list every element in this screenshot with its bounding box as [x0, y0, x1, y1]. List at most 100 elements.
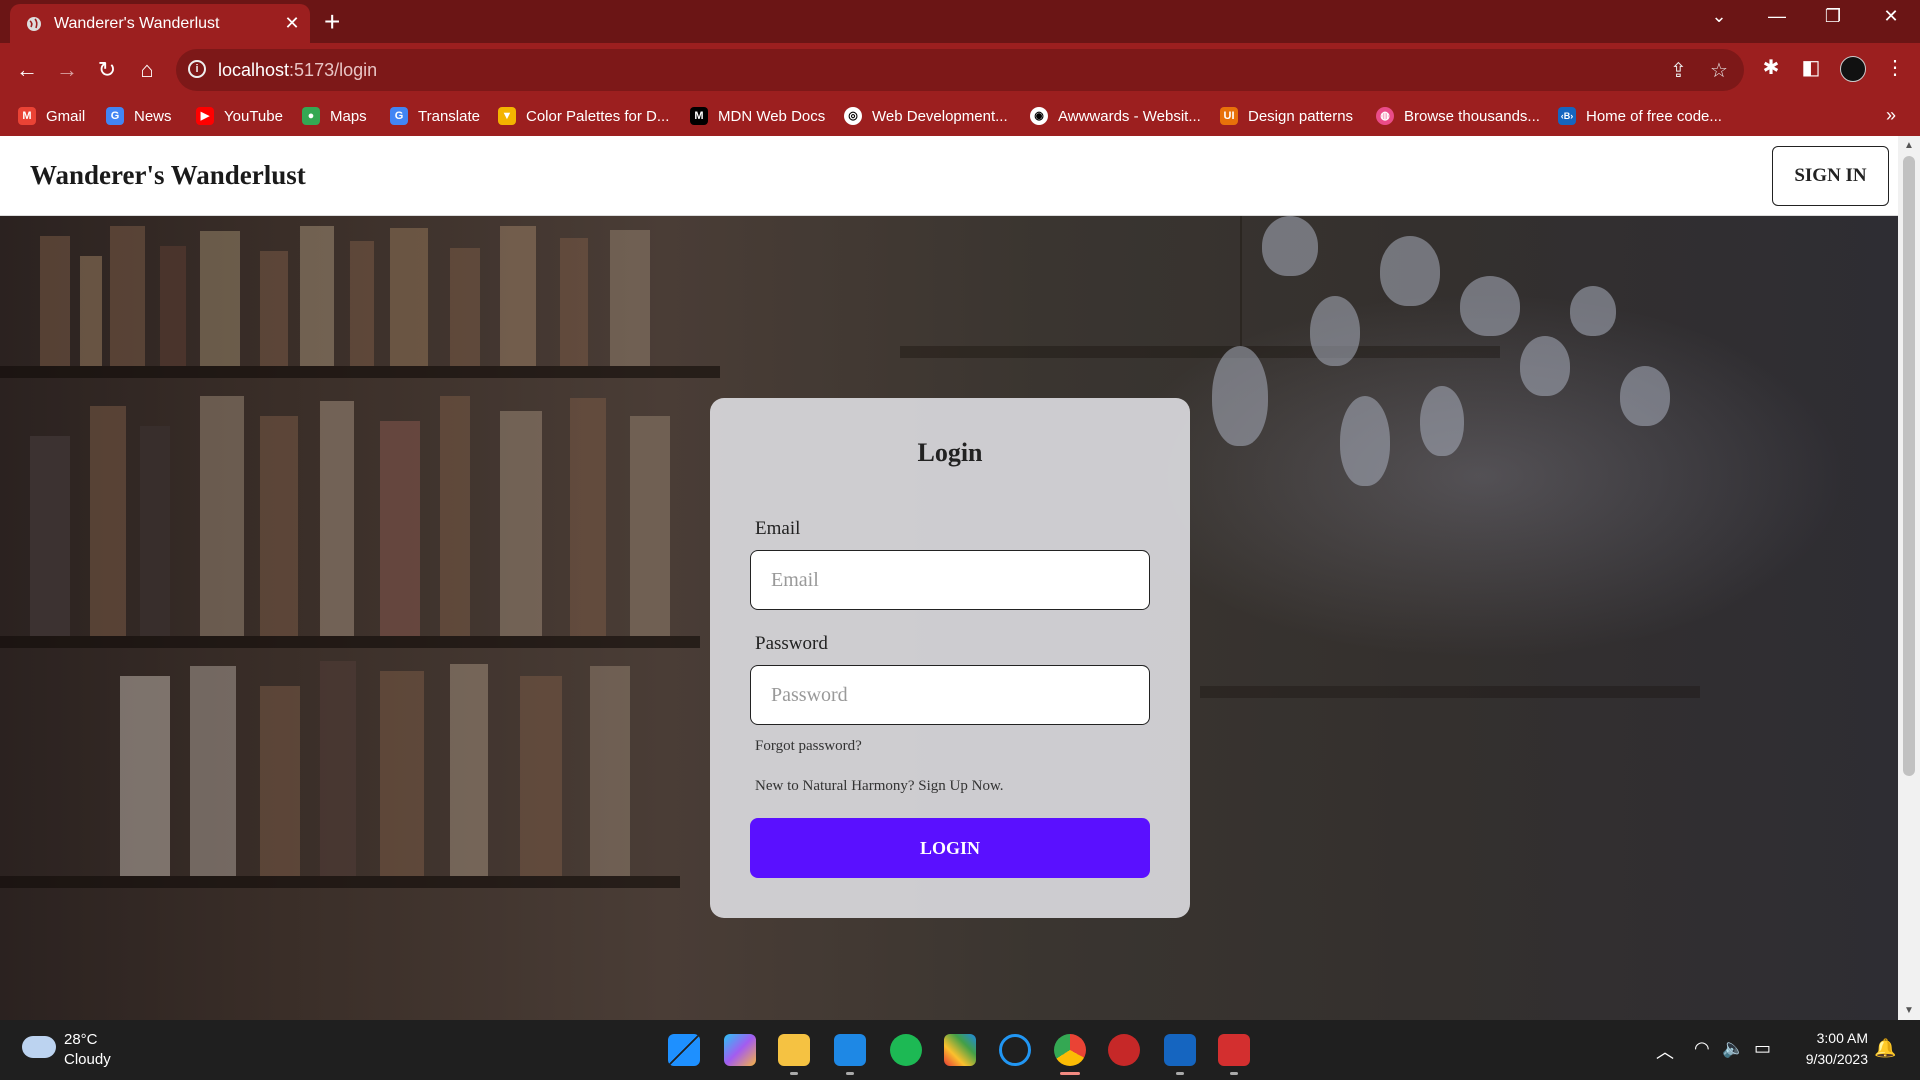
site-header: Wanderer's Wanderlust SIGN IN	[0, 136, 1898, 216]
forward-icon[interactable]: →	[52, 55, 82, 85]
copilot-icon[interactable]	[724, 1034, 756, 1066]
login-title: Login	[917, 438, 983, 467]
close-tab-icon[interactable]: ✕	[282, 13, 302, 34]
windows-start-icon[interactable]	[668, 1034, 700, 1066]
running-indicator	[1230, 1072, 1238, 1075]
login-button[interactable]: LOGIN	[750, 818, 1150, 878]
light-bulb	[1460, 276, 1520, 336]
mdn-icon: M	[690, 107, 708, 125]
maps-icon: ●	[302, 107, 320, 125]
bookmark-gmail[interactable]: M Gmail	[18, 107, 85, 125]
email-field[interactable]	[750, 550, 1150, 610]
bookmark-design-patterns[interactable]: UI Design patterns	[1220, 107, 1353, 125]
bookmark-label: Translate	[418, 107, 480, 125]
vscode-icon[interactable]	[834, 1034, 866, 1066]
running-indicator	[790, 1072, 798, 1075]
bookmarks-bar: M Gmail G News ▶ YouTube ● Maps G Translate ▼…	[0, 99, 1920, 136]
gmail-icon: M	[18, 107, 36, 125]
scroll-down-icon[interactable]: ▼	[1904, 1005, 1914, 1016]
battery-icon[interactable]: ▭	[1754, 1038, 1771, 1059]
bookmark-free-code[interactable]: ‹B› Home of free code...	[1558, 107, 1722, 125]
password-field[interactable]	[750, 665, 1150, 725]
weather-temperature[interactable]: 28°C	[64, 1031, 98, 1048]
home-icon[interactable]: ⌂	[132, 55, 162, 85]
more-bookmarks-icon[interactable]: »	[1886, 105, 1896, 126]
bookmark-label: Design patterns	[1248, 107, 1354, 125]
bookmark-label: Color Palettes for D...	[526, 107, 670, 125]
bookmark-label: Awwwards - Websit...	[1058, 107, 1201, 125]
address-bar[interactable]: i localhost:5173/login ⇪ ☆	[176, 49, 1744, 91]
bookmark-dribbble[interactable]: ◍ Browse thousands...	[1376, 107, 1540, 125]
email-label: Email	[755, 518, 801, 539]
new-tab-icon[interactable]: +	[324, 6, 340, 38]
side-panel-icon[interactable]: ◧	[1796, 55, 1826, 80]
restore-icon[interactable]: ❐	[1818, 6, 1848, 27]
menu-icon[interactable]: ⋮	[1880, 55, 1910, 80]
light-bulb	[1212, 346, 1268, 446]
scroll-thumb[interactable]	[1903, 156, 1915, 776]
code-icon: ‹B›	[1558, 107, 1576, 125]
globe-icon	[27, 17, 41, 31]
bookmark-color-palettes[interactable]: ▼ Color Palettes for D...	[498, 107, 669, 125]
bookmark-mdn[interactable]: M MDN Web Docs	[690, 107, 825, 125]
browser-toolbar: ← → ↻ ⌂ i localhost:5173/login ⇪ ☆ ✱ ◧ ⋮	[0, 43, 1920, 99]
bookmark-youtube[interactable]: ▶ YouTube	[196, 107, 283, 125]
reload-icon[interactable]: ↻	[92, 55, 122, 85]
youtube-icon: ▶	[196, 107, 214, 125]
url-path: :5173/login	[289, 60, 378, 80]
git-client-icon[interactable]	[944, 1034, 976, 1066]
shelf	[900, 346, 1500, 358]
ui-icon: UI	[1220, 107, 1238, 125]
word-icon[interactable]	[1164, 1034, 1196, 1066]
bookmark-maps[interactable]: ● Maps	[302, 107, 367, 125]
wifi-icon[interactable]: ◠	[1694, 1038, 1710, 1059]
tab-search-icon[interactable]: ⌄	[1704, 6, 1734, 27]
bookmark-label: Web Development...	[872, 107, 1008, 125]
weather-condition[interactable]: Cloudy	[64, 1051, 111, 1068]
antivirus-icon[interactable]	[1108, 1034, 1140, 1066]
light-bulb	[1380, 236, 1440, 306]
page-scrollbar[interactable]: ▲ ▼	[1898, 136, 1920, 1020]
book-row	[30, 386, 710, 636]
url-text[interactable]: localhost:5173/login	[218, 60, 377, 81]
clock-time[interactable]: 3:00 AM	[1796, 1030, 1868, 1046]
profile-avatar[interactable]	[1840, 56, 1866, 82]
page-viewport: Wanderer's Wanderlust SIGN IN ▲ ▼ Login …	[0, 136, 1920, 1020]
ccleaner-icon[interactable]	[999, 1034, 1031, 1066]
browser-tab-strip: Wanderer's Wanderlust ✕ + ⌄ — ❐ ✕	[0, 0, 1920, 43]
light-bulb	[1420, 386, 1464, 456]
site-brand[interactable]: Wanderer's Wanderlust	[30, 160, 306, 191]
cloud-icon[interactable]	[22, 1036, 56, 1058]
bookmark-translate[interactable]: G Translate	[390, 107, 480, 125]
bookmark-label: MDN Web Docs	[718, 107, 826, 125]
bookmark-awwwards[interactable]: ◉ Awwwards - Websit...	[1030, 107, 1201, 125]
browser-tab[interactable]: Wanderer's Wanderlust ✕	[10, 4, 310, 43]
file-explorer-icon[interactable]	[778, 1034, 810, 1066]
shelf	[0, 876, 680, 888]
volume-icon[interactable]: 🔈	[1722, 1038, 1744, 1059]
back-icon[interactable]: ←	[12, 55, 42, 85]
bookmark-star-icon[interactable]: ☆	[1710, 58, 1728, 83]
tab-title: Wanderer's Wanderlust	[54, 15, 220, 32]
share-icon[interactable]: ⇪	[1670, 58, 1687, 83]
taskbar: 28°C Cloudy ︿ ◠ 🔈 ▭ 3:00 AM 9/30/2023 🔔	[0, 1020, 1920, 1080]
book-row	[40, 216, 700, 366]
site-info-icon[interactable]: i	[188, 60, 206, 78]
sign-in-button[interactable]: SIGN IN	[1772, 146, 1889, 206]
forgot-password-link[interactable]: Forgot password?	[755, 738, 862, 755]
notification-bell-icon[interactable]: 🔔	[1874, 1038, 1896, 1059]
scroll-up-icon[interactable]: ▲	[1904, 140, 1914, 151]
tray-overflow-icon[interactable]: ︿	[1656, 1038, 1674, 1064]
bookmark-news[interactable]: G News	[106, 107, 172, 125]
acrobat-icon[interactable]	[1218, 1034, 1250, 1066]
clock-date[interactable]: 9/30/2023	[1796, 1051, 1868, 1067]
chrome-icon[interactable]	[1054, 1034, 1086, 1066]
bookmark-web-development[interactable]: ◎ Web Development...	[844, 107, 1008, 125]
minimize-icon[interactable]: —	[1762, 6, 1792, 27]
spotify-icon[interactable]	[890, 1034, 922, 1066]
sign-up-link[interactable]: New to Natural Harmony? Sign Up Now.	[755, 778, 1004, 795]
extensions-icon[interactable]: ✱	[1756, 55, 1786, 80]
light-bulb	[1570, 286, 1616, 336]
active-indicator	[1060, 1072, 1080, 1075]
close-window-icon[interactable]: ✕	[1876, 6, 1906, 27]
